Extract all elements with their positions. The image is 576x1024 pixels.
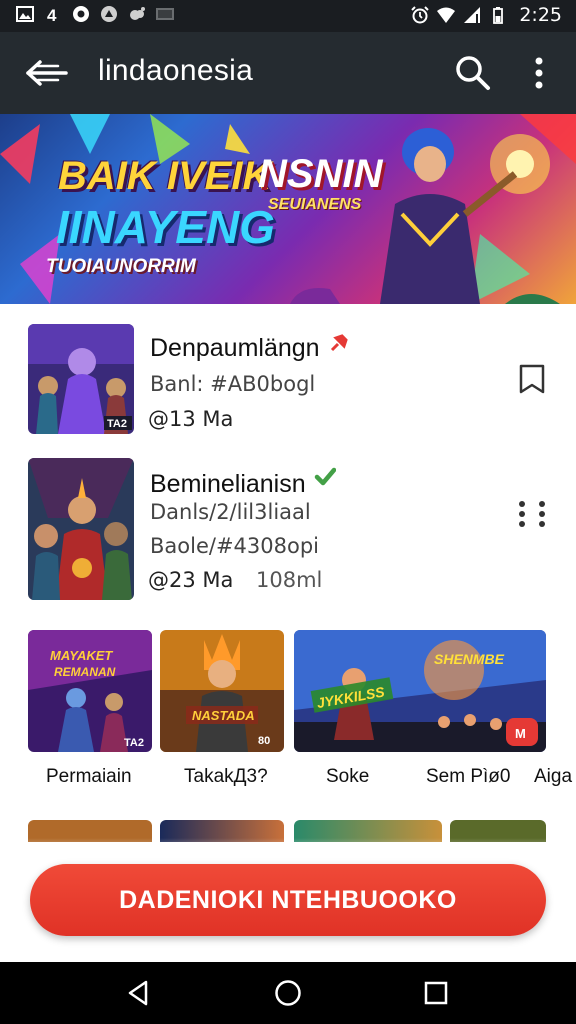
search-icon[interactable] xyxy=(452,52,494,94)
banner-headline-1b: NSNIN xyxy=(258,152,383,196)
circle-badge-icon xyxy=(72,5,90,23)
signal-icon xyxy=(463,6,481,24)
back-triangle-icon[interactable] xyxy=(124,978,154,1008)
grid-label: Soke xyxy=(326,766,370,787)
battery-icon xyxy=(489,6,507,24)
item-subtitle: Danls/2/lil3liaal xyxy=(150,500,311,524)
more-grid-icon[interactable] xyxy=(512,494,552,534)
svg-text:REMANAN: REMANAN xyxy=(54,665,116,679)
status-time: 2:25 xyxy=(519,4,562,26)
gallery-icon xyxy=(16,5,34,23)
status-bar: 4 2:25 xyxy=(0,0,576,32)
list-item[interactable]: TA2 Denpaumlängn Banl: #AB0bogl @13 Ma xyxy=(0,304,576,450)
bookmark-icon[interactable] xyxy=(518,364,546,394)
grid-label: Aiga xyxy=(534,766,573,787)
image-icon xyxy=(156,5,174,23)
svg-text:4: 4 xyxy=(47,6,57,23)
banner-headline-2: IINAYENG xyxy=(56,201,275,253)
cloud-icon xyxy=(128,5,146,23)
item-detail: Baole/#4308opi xyxy=(150,534,320,558)
alarm-icon xyxy=(411,6,430,24)
item-subtitle: Banl: #AB0bogl xyxy=(150,372,316,396)
svg-text:TA2: TA2 xyxy=(107,418,127,430)
app-bar: lindaonesia xyxy=(0,32,576,114)
item-title: Beminelianisn xyxy=(150,470,306,498)
grid-label: Permaiain xyxy=(46,766,132,787)
banner-headline-1: BAIK IVEIK xyxy=(58,154,272,198)
item-meta: @23 Ma xyxy=(148,568,234,592)
recents-square-icon[interactable] xyxy=(421,978,451,1008)
svg-text:NASTADA: NASTADA xyxy=(192,708,255,723)
svg-text:M: M xyxy=(515,726,526,741)
primary-cta-button[interactable]: DADENIOKI NTEHBUOOKO xyxy=(30,864,546,936)
back-icon[interactable] xyxy=(22,52,70,94)
item-meta: @13 Ma xyxy=(148,407,234,431)
grid-label: TakakД3? xyxy=(184,766,268,787)
banner-subheadline: SEUIANENS xyxy=(268,196,362,213)
svg-text:SHENMBE: SHENMBE xyxy=(434,651,505,667)
promo-banner[interactable]: BAIK IVEIK NSNIN SEUIANENS IINAYENG TUOI… xyxy=(0,114,576,304)
grid-tile-wide[interactable]: JYKKILSS SHENMBE M xyxy=(294,630,546,752)
item-title: Denpaumlängn xyxy=(150,334,320,362)
notification-4-icon: 4 xyxy=(44,5,62,23)
svg-text:MAYAKET: MAYAKET xyxy=(50,648,113,663)
game-thumbnail xyxy=(28,458,134,600)
list-item[interactable]: Beminelianisn Danls/2/lil3liaal Baole/#4… xyxy=(0,450,576,610)
more-vert-icon[interactable] xyxy=(524,52,554,94)
item-size: 108ml xyxy=(256,568,323,592)
grid-tile[interactable]: MAYAKET REMANAN TA2 xyxy=(28,630,152,752)
svg-text:TA2: TA2 xyxy=(124,737,144,749)
game-thumbnail: TA2 xyxy=(28,324,134,434)
pin-icon xyxy=(328,332,350,354)
wifi-icon xyxy=(437,6,456,24)
verified-check-icon xyxy=(314,466,337,488)
grid-label: Sem Pìø0 xyxy=(426,766,511,787)
svg-text:80: 80 xyxy=(258,735,270,747)
app-icon xyxy=(100,5,118,23)
grid-tile[interactable]: NASTADA 80 xyxy=(160,630,284,752)
home-circle-icon[interactable] xyxy=(273,978,303,1008)
system-nav-bar xyxy=(0,962,576,1024)
page-title: lindaonesia xyxy=(98,54,254,87)
banner-tagline: TUOIAUNORRIM xyxy=(46,256,196,277)
